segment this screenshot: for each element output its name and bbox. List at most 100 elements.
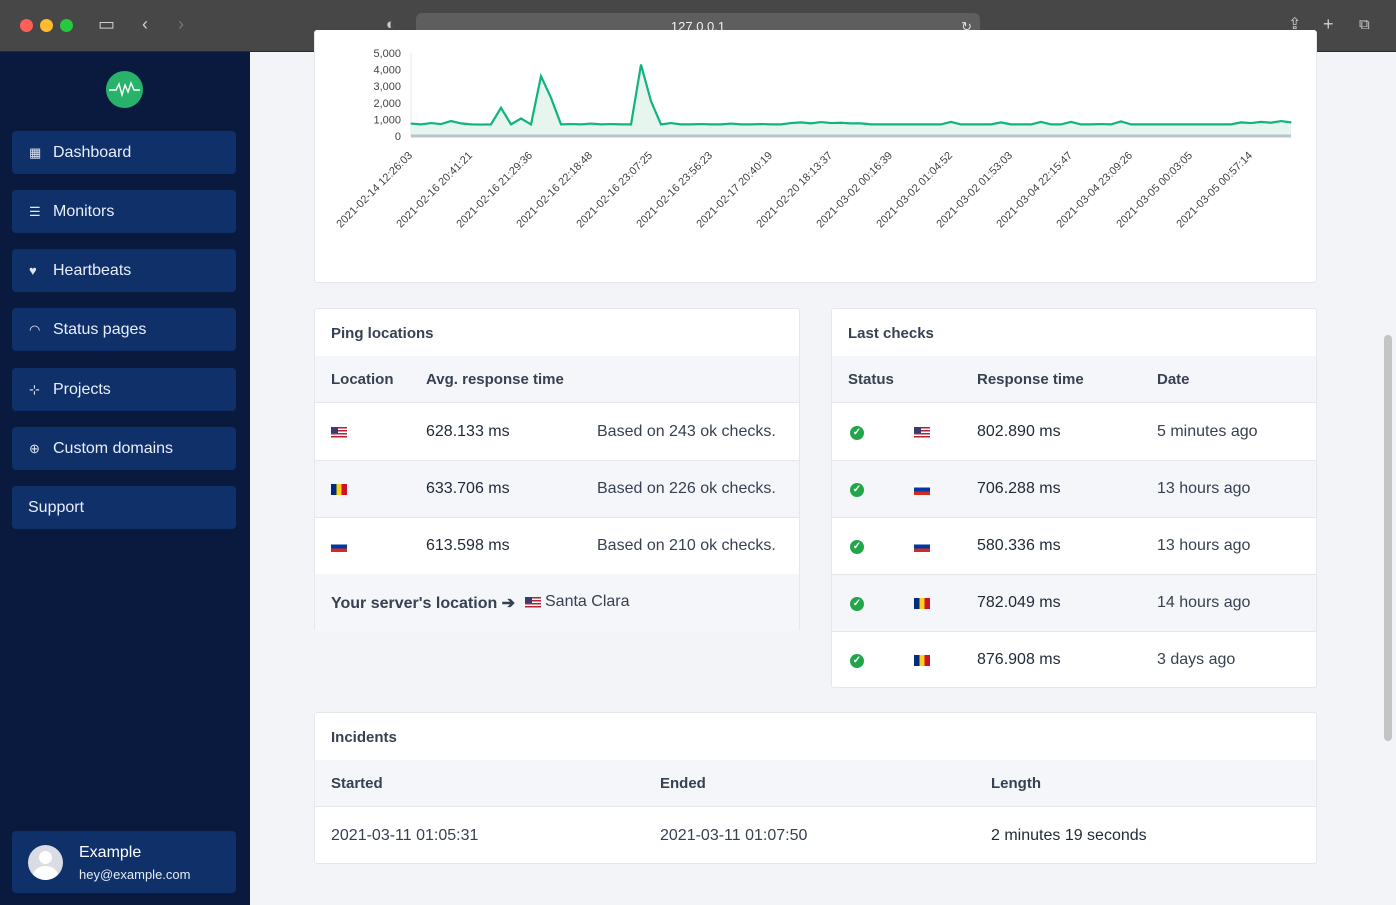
data-point: [420, 123, 422, 125]
data-point: [650, 100, 652, 102]
sidebar-item-custom-domains[interactable]: ⊕ Custom domains: [12, 427, 236, 470]
data-point: [1040, 121, 1042, 123]
sidebar-item-projects[interactable]: ⊹ Projects: [12, 368, 236, 411]
data-point: [790, 122, 792, 124]
data-point: [580, 123, 582, 125]
checks-note: Based on 210 ok checks.: [597, 537, 776, 554]
data-point: [490, 123, 492, 125]
data-point: [500, 107, 502, 109]
y-tick-label: 4,000: [373, 65, 401, 77]
table-header: Location Avg. response time: [315, 356, 799, 403]
data-point: [860, 122, 862, 124]
data-point: [560, 123, 562, 125]
table-row: ✓ 706.288 ms 13 hours ago: [832, 461, 1316, 518]
user-email: hey@example.com: [79, 867, 191, 882]
user-profile[interactable]: Example hey@example.com: [12, 831, 236, 893]
sidebar-item-dashboard[interactable]: ▦ Dashboard: [12, 131, 236, 174]
data-point: [620, 123, 622, 125]
data-point: [1090, 123, 1092, 125]
sidebar-item-label: Heartbeats: [53, 262, 132, 279]
sidebar-item-support[interactable]: Support: [12, 486, 236, 529]
data-point: [630, 123, 632, 125]
flag-ru-icon: [914, 484, 930, 495]
data-point: [750, 123, 752, 125]
avg-response-time: 628.133 ms: [426, 423, 510, 440]
data-point: [970, 123, 972, 125]
y-tick-label: 0: [395, 131, 401, 143]
data-point: [1160, 123, 1162, 125]
data-point: [940, 123, 942, 125]
sidebar-item-label: Support: [28, 499, 85, 516]
data-point: [1290, 121, 1292, 123]
minimize-window-button[interactable]: [40, 19, 53, 32]
data-point: [610, 123, 612, 125]
logo[interactable]: [106, 71, 143, 108]
data-point: [780, 123, 782, 125]
data-point: [1240, 121, 1242, 123]
data-point: [450, 120, 452, 122]
response-time: 802.890 ms: [977, 423, 1061, 440]
close-window-button[interactable]: [20, 19, 33, 32]
incident-length: 2 minutes 19 seconds: [991, 827, 1147, 844]
flag-ro-icon: [914, 655, 930, 666]
scrollbar[interactable]: [1384, 335, 1392, 741]
forward-icon[interactable]: ›: [178, 14, 184, 35]
data-point: [740, 123, 742, 125]
table-row: 628.133 ms Based on 243 ok checks.: [315, 404, 799, 461]
table-row: 633.706 ms Based on 226 ok checks.: [315, 461, 799, 518]
grid-icon: ▦: [29, 145, 42, 160]
incidents-card: Incidents Started Ended Length 2021-03-1…: [314, 712, 1317, 864]
new-tab-icon[interactable]: +: [1323, 14, 1334, 35]
maximize-window-button[interactable]: [60, 19, 73, 32]
server-city: Santa Clara: [545, 593, 630, 610]
data-point: [810, 122, 812, 124]
tabs-overview-icon[interactable]: ⧉: [1359, 16, 1370, 33]
flag-ru-icon: [331, 541, 347, 552]
check-date: 14 hours ago: [1157, 594, 1251, 611]
table-header: Started Ended Length: [315, 760, 1316, 807]
checks-note: Based on 226 ok checks.: [597, 480, 776, 497]
data-point: [1270, 122, 1272, 124]
back-icon[interactable]: ‹: [142, 14, 148, 35]
data-point: [900, 123, 902, 125]
table-header: Status Response time Date: [832, 356, 1316, 403]
data-point: [760, 123, 762, 125]
sidebar-item-heartbeats[interactable]: ♥ Heartbeats: [12, 249, 236, 292]
sidebar-item-status-pages[interactable]: ◠ Status pages: [12, 308, 236, 351]
data-point: [980, 123, 982, 125]
data-point: [1000, 121, 1002, 123]
data-point: [1020, 123, 1022, 125]
column-header: Response time: [977, 371, 1084, 388]
last-checks-card: Last checks Status Response time Date ✓ …: [831, 308, 1317, 688]
data-point: [480, 123, 482, 126]
check-circle-icon: ✓: [850, 540, 864, 554]
data-point: [890, 123, 892, 125]
data-point: [540, 75, 542, 77]
check-date: 5 minutes ago: [1157, 423, 1258, 440]
data-point: [720, 123, 722, 125]
data-point: [510, 123, 512, 125]
data-point: [1100, 123, 1102, 125]
response-time: 782.049 ms: [977, 594, 1061, 611]
response-time-chart-card: 0 1,000 2,000 3,000 4,000 5,000 2021-02-14 12:…: [314, 30, 1317, 283]
data-point: [1250, 122, 1252, 124]
table-row: ✓ 876.908 ms 3 days ago: [832, 632, 1316, 689]
card-title: Incidents: [331, 729, 397, 746]
data-point: [1150, 123, 1152, 125]
table-row: 2021-03-11 01:05:31 2021-03-11 01:07:50 …: [315, 808, 1316, 865]
data-point: [950, 121, 952, 123]
column-header: Date: [1157, 371, 1190, 388]
data-point: [550, 97, 552, 99]
data-point: [1110, 123, 1112, 125]
sidebar-toggle-icon[interactable]: ▭: [98, 14, 115, 35]
sidebar-item-monitors[interactable]: ☰ Monitors: [12, 190, 236, 233]
response-time: 580.336 ms: [977, 537, 1061, 554]
data-point: [870, 123, 872, 125]
data-point: [660, 123, 662, 125]
data-point: [800, 121, 802, 123]
data-point: [1050, 123, 1052, 125]
check-circle-icon: ✓: [850, 426, 864, 440]
data-point: [820, 121, 822, 123]
data-point: [590, 122, 592, 125]
server-location-label: Your server's location ➔: [331, 595, 516, 612]
